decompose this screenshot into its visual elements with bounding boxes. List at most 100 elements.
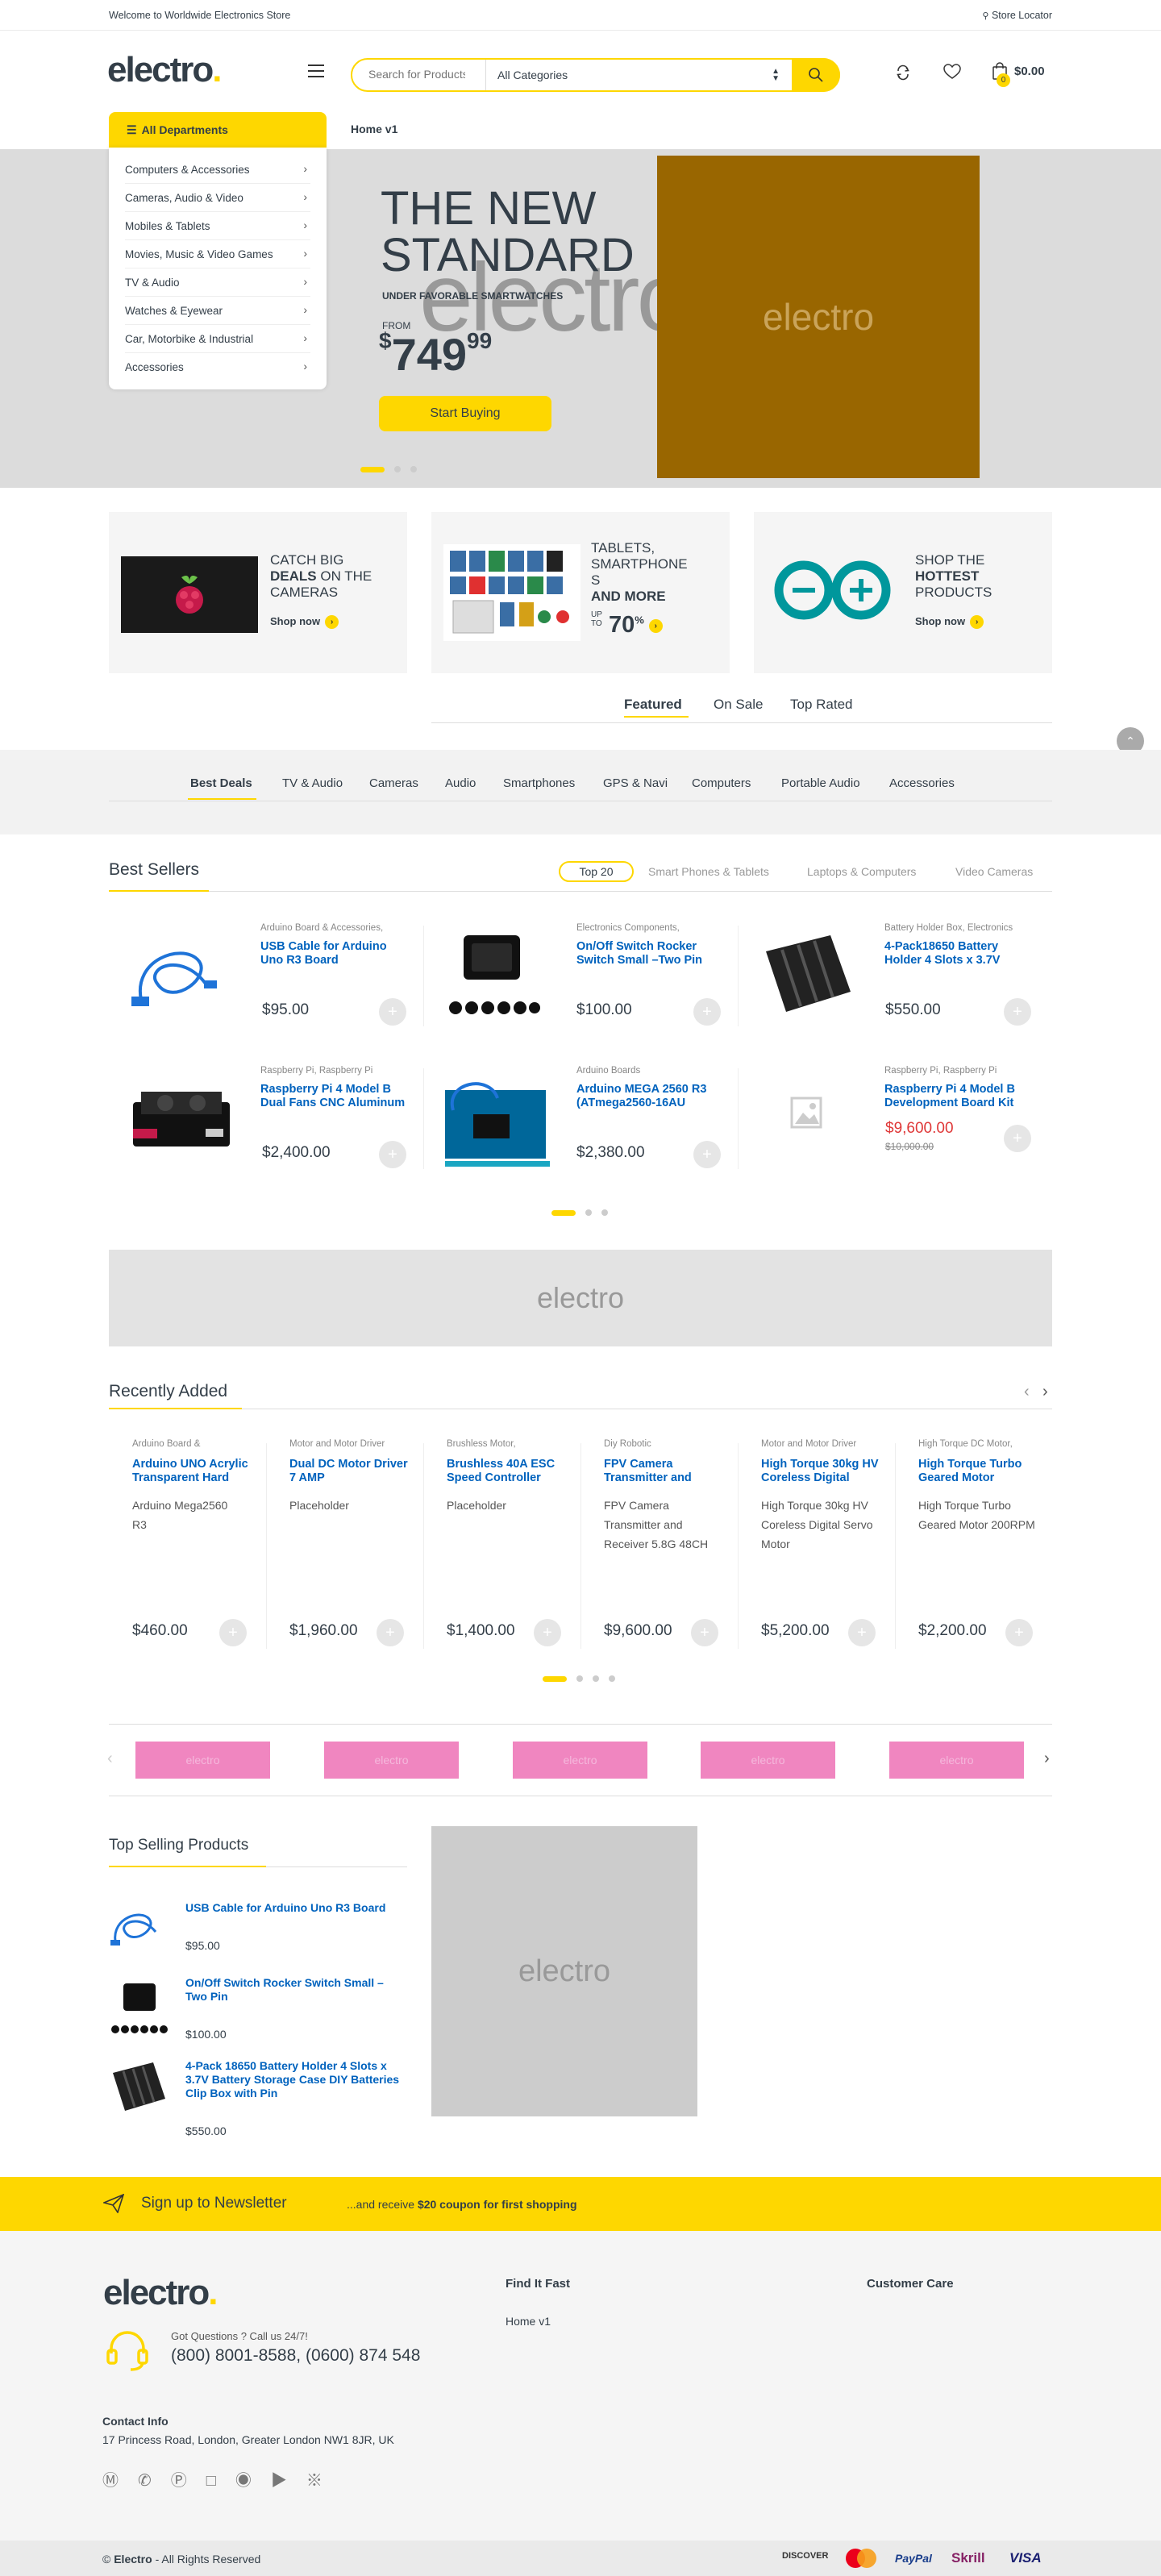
category-select[interactable]: All Categories ▲ ▼ [485,60,788,90]
deal-tab-computers[interactable]: Computers [692,776,751,790]
add-to-cart-icon[interactable]: + [848,1619,876,1646]
chevron-right-icon[interactable]: › [648,618,663,633]
product-card[interactable]: Motor and Motor Driver Dual DC Motor Dri… [266,1435,423,1657]
product-category[interactable]: Raspberry Pi, Raspberry Pi [884,1066,1046,1076]
page-dot-active[interactable] [543,1676,567,1682]
add-to-cart-icon[interactable]: + [1005,1619,1033,1646]
top-selling-item[interactable]: USB Cable for Arduino Uno R3 Board $95.0… [109,1895,407,1959]
product-name[interactable]: High Torque 30kg HV Coreless Digital [761,1458,882,1485]
product-card[interactable]: Arduino Boards Arduino MEGA 2560 R3 (ATm… [423,1062,738,1175]
deal-tab-cameras[interactable]: Cameras [369,776,418,790]
product-card[interactable]: Raspberry Pi, Raspberry Pi Raspberry Pi … [109,1062,423,1175]
add-to-cart-icon[interactable]: + [691,1619,718,1646]
department-item[interactable]: Accessories › [125,353,310,381]
compare-icon[interactable] [895,65,911,83]
hamburger-menu-icon[interactable] [308,65,324,77]
product-card[interactable]: Battery Holder Box, Electronics 4-Pack18… [738,919,1052,1032]
ad-tablets[interactable]: TABLETS, SMARTPHONE S AND MORE UP TO 70% › [431,512,730,673]
product-name[interactable]: USB Cable for Arduino Uno R3 Board [260,940,406,968]
product-name[interactable]: Arduino UNO Acrylic Transparent Hard [132,1458,253,1485]
brand-logo[interactable]: electro [513,1742,647,1779]
wishlist-heart-icon[interactable] [943,64,961,82]
page-dot-active[interactable] [551,1210,576,1216]
start-buying-button[interactable]: Start Buying [379,396,551,431]
deal-tab-tv-audio[interactable]: TV & Audio [282,776,343,790]
brand-logo[interactable]: electro [324,1742,459,1779]
search-input[interactable] [368,68,465,81]
ad-cameras[interactable]: CATCH BIG DEALS ON THE CAMERAS Shop now › [109,512,407,673]
add-to-cart-icon[interactable]: + [693,998,721,1026]
rss-icon[interactable]: ※ [306,2472,342,2490]
product-category[interactable]: Electronics Components, [576,923,738,933]
product-category[interactable]: Battery Holder Box, Electronics [884,923,1046,933]
brand-logo[interactable]: electro [701,1742,835,1779]
bs-tab-top20[interactable]: Top 20 [559,861,634,882]
brand-logo[interactable]: electro [135,1742,270,1779]
linkedin-icon[interactable]: □ [206,2472,235,2490]
product-name[interactable]: Raspberry Pi 4 Model B Development Board… [884,1083,1030,1110]
footer-logo[interactable]: electro. [103,2273,218,2313]
department-item[interactable]: Cameras, Audio & Video › [125,184,310,212]
youtube-icon[interactable]: ▶ [271,2472,306,2490]
add-to-cart-icon[interactable]: + [693,1141,721,1168]
product-category[interactable]: Arduino Board & [132,1439,253,1449]
footer-link-home[interactable]: Home v1 [506,2315,551,2328]
deal-tab-audio[interactable]: Audio [445,776,476,790]
slide-dot[interactable] [410,466,417,472]
product-card[interactable]: Arduino Board & Arduino UNO Acrylic Tran… [109,1435,266,1657]
carousel-prev-icon[interactable]: ‹ [1024,1383,1030,1401]
product-name[interactable]: Brushless 40A ESC Speed Controller [447,1458,568,1485]
product-name[interactable]: Dual DC Motor Driver 7 AMP [289,1458,410,1485]
page-dot[interactable] [593,1675,599,1682]
slide-dot[interactable] [394,466,401,472]
department-item[interactable]: Mobiles & Tablets › [125,212,310,240]
pinterest-icon[interactable]: Ⓟ [171,2472,206,2490]
department-item[interactable]: Movies, Music & Video Games › [125,240,310,268]
search-button[interactable] [792,58,840,92]
top-selling-item[interactable]: On/Off Switch Rocker Switch Small –Two P… [109,1971,407,2044]
product-card[interactable]: Raspberry Pi, Raspberry Pi Raspberry Pi … [738,1062,1052,1175]
product-card[interactable]: Brushless Motor, Brushless 40A ESC Speed… [423,1435,580,1657]
product-category[interactable]: Diy Robotic [604,1439,725,1449]
product-category[interactable]: Raspberry Pi, Raspberry Pi [260,1066,422,1076]
brands-prev-icon[interactable]: ‹ [107,1750,113,1768]
product-category[interactable]: Motor and Motor Driver [761,1439,882,1449]
product-name[interactable]: Arduino MEGA 2560 R3 (ATmega2560-16AU [576,1083,722,1110]
deal-tab-smartphones[interactable]: Smartphones [503,776,575,790]
tab-featured[interactable]: Featured [624,697,682,713]
deal-tab-portable-audio[interactable]: Portable Audio [781,776,860,790]
product-category[interactable]: Arduino Board & Accessories, [260,923,422,933]
product-card[interactable]: Diy Robotic FPV Camera Transmitter and F… [580,1435,738,1657]
ad-hottest[interactable]: SHOP THE HOTTEST PRODUCTS Shop now › [754,512,1052,673]
deal-tab-gps[interactable]: GPS & Navi [603,776,668,790]
add-to-cart-icon[interactable]: + [1004,998,1031,1026]
product-name[interactable]: USB Cable for Arduino Uno R3 Board [185,1901,403,1915]
carousel-next-icon[interactable]: › [1042,1383,1048,1401]
page-dot[interactable] [601,1209,608,1216]
whatsapp-icon[interactable]: ✆ [138,2472,171,2490]
bs-tab-laptops[interactable]: Laptops & Computers [807,865,916,878]
add-to-cart-icon[interactable]: + [534,1619,561,1646]
brand-logo[interactable]: electro [889,1742,1024,1779]
product-card[interactable]: Electronics Components, On/Off Switch Ro… [423,919,738,1032]
all-departments-toggle[interactable]: ☰ All Departments [109,112,327,148]
page-dot[interactable] [576,1675,583,1682]
add-to-cart-icon[interactable]: + [1004,1125,1031,1152]
product-name[interactable]: FPV Camera Transmitter and [604,1458,725,1485]
store-locator-link[interactable]: ⚲ Store Locator [982,10,1052,21]
product-card[interactable]: High Torque DC Motor, High Torque Turbo … [895,1435,1052,1657]
tab-top-rated[interactable]: Top Rated [790,697,853,713]
slide-dot-active[interactable] [360,467,385,472]
facebook-icon[interactable]: Ⓜ [102,2472,138,2490]
promo-banner[interactable]: electro [109,1250,1052,1346]
department-item[interactable]: Car, Motorbike & Industrial › [125,325,310,353]
product-name[interactable]: On/Off Switch Rocker Switch Small –Two P… [576,940,722,968]
site-logo[interactable]: electro. [107,50,223,90]
product-category[interactable]: High Torque DC Motor, [918,1439,1039,1449]
deal-tab-accessories[interactable]: Accessories [889,776,955,790]
add-to-cart-icon[interactable]: + [379,998,406,1026]
brands-next-icon[interactable]: › [1044,1750,1050,1768]
add-to-cart-icon[interactable]: + [377,1619,404,1646]
add-to-cart-icon[interactable]: + [379,1141,406,1168]
top-selling-side-image[interactable]: electro [431,1826,697,2116]
